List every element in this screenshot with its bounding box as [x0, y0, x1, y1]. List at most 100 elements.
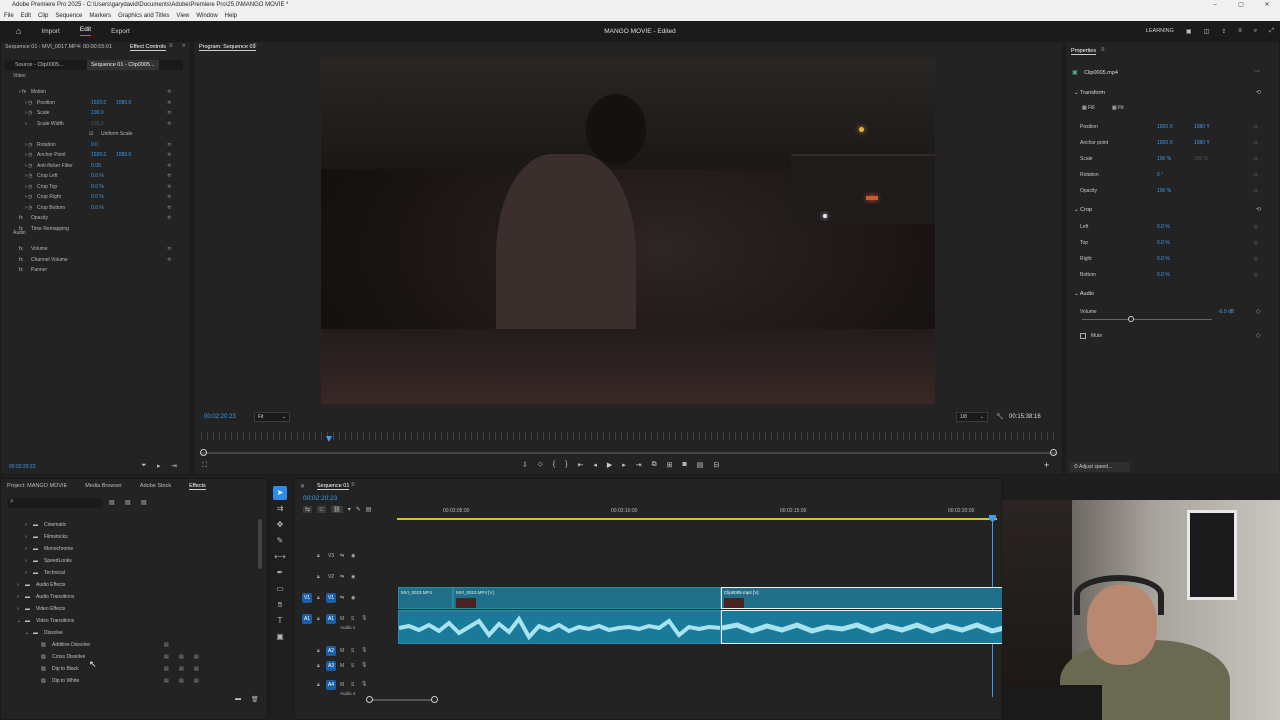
ec-row-uniform-scale[interactable]: ☑ Uniform Scale [1, 129, 181, 140]
ripple-edit-icon[interactable]: ✥ [273, 518, 287, 532]
volume-value[interactable]: -6.9 dB [1218, 309, 1234, 315]
crop-row-left[interactable]: Left 0.0 % ◇ [1066, 220, 1266, 234]
timeline-scrollbar[interactable] [368, 699, 436, 701]
effects-item-dip-to-black[interactable]: ▨ Dip to Black ▤ ▤ ▤ [9, 663, 259, 675]
ec-row-value[interactable]: 1920.0 [91, 98, 106, 109]
workspace-icon[interactable]: ▣ [1186, 28, 1192, 35]
effects-scrollbar[interactable] [258, 519, 262, 569]
keyframe-icon[interactable]: ◇ [1254, 168, 1258, 182]
ec-row-icon[interactable]: fx [19, 265, 23, 276]
play-audio-icon[interactable]: ▸ [157, 462, 161, 470]
effects-search-input[interactable]: ⌕ [7, 498, 103, 508]
keyframe-icon[interactable]: ◇ [1254, 136, 1258, 150]
search-icon[interactable]: ⌕ [1254, 28, 1257, 35]
clip-audio[interactable] [398, 610, 721, 644]
solo-icon[interactable]: S [351, 648, 354, 654]
go-to-out-icon[interactable]: ⇥ [636, 461, 642, 469]
camera-icon[interactable]: ◙ [683, 461, 687, 469]
ec-row-rotation[interactable]: › ◷ Rotation 0.0 ⟲ [1, 140, 181, 151]
prop-value[interactable]: 100 % [1157, 184, 1171, 198]
solo-icon[interactable]: S [351, 616, 354, 622]
reset-icon[interactable]: ⟲ [167, 119, 171, 130]
clip-video-selected[interactable]: Clip0005.mp4 [V] [721, 587, 1003, 609]
volume-slider-track[interactable] [1082, 319, 1212, 320]
program-menu-icon[interactable]: ≡ [253, 43, 257, 49]
safe-margins-icon[interactable]: ⛶ [202, 462, 207, 470]
prop-row-opacity[interactable]: Opacity 100 % ◇ [1066, 184, 1266, 198]
reset-icon[interactable]: ⟲ [167, 192, 171, 203]
track-select-icon[interactable]: ⇉ [273, 502, 287, 516]
effects-item-filmstocks[interactable]: › ▬ Filmstocks [9, 531, 259, 543]
prop-value2[interactable]: 1080 Y [1194, 120, 1210, 134]
expand-icon[interactable]: » [182, 43, 185, 49]
volume-slider-knob[interactable] [1128, 316, 1135, 322]
solo-icon[interactable]: S [351, 682, 354, 688]
ec-row-value[interactable]: 0.0 % [91, 182, 104, 193]
fit-select[interactable]: Fit ⌄ [254, 412, 290, 422]
ec-row-position[interactable]: › ◷ Position 1920.0 1080.0 ⟲ [1, 98, 181, 109]
ec-row-motion[interactable]: › fx Motion ⟲ [1, 87, 181, 98]
prop-value[interactable]: 100 % [1157, 152, 1171, 166]
crop-row-right[interactable]: Right 0.0 % ◇ [1066, 252, 1266, 266]
ec-row-value[interactable]: 1920.0 [91, 150, 106, 161]
ec-row-value[interactable]: 0.0 % [91, 171, 104, 182]
more-icon[interactable]: ⋯ [1254, 68, 1260, 75]
step-forward-icon[interactable]: ▸ [622, 461, 626, 469]
ec-row-icon[interactable]: › ◷ [25, 203, 32, 214]
track-target[interactable]: V3 [326, 551, 336, 561]
close-icon[interactable]: ✕ [300, 483, 305, 490]
ec-row-icon[interactable]: › ◷ [25, 192, 32, 203]
track-target[interactable]: A2 [326, 646, 336, 656]
vr-icon[interactable]: ⊟ [713, 461, 719, 469]
reset-icon[interactable]: ⟲ [167, 98, 171, 109]
scroll-handle-left[interactable] [366, 696, 373, 703]
menu-markers[interactable]: Markers [89, 11, 111, 21]
mute-checkbox[interactable] [1080, 333, 1086, 339]
timeline-timecode[interactable]: 00:02:20:23 [303, 495, 337, 502]
clip-video[interactable]: MVI_0023.MP4 [V] [453, 587, 721, 609]
crop-value[interactable]: 0.0 % [1157, 220, 1170, 234]
ec-row-value[interactable]: 100.0 [91, 119, 104, 130]
source-patch[interactable]: V1 [302, 593, 312, 603]
program-title[interactable]: Program: Sequence 01 [199, 44, 256, 51]
ec-row-icon[interactable]: › [25, 119, 27, 130]
effects-item-monochrome[interactable]: › ▬ Monochrome [9, 543, 259, 555]
lock-icon[interactable]: 🔒︎ [317, 682, 320, 688]
fit-button[interactable]: ▦ Fit [1112, 105, 1124, 111]
ec-row-icon[interactable]: › ◷ [25, 140, 32, 151]
crop-value[interactable]: 0.0 % [1157, 252, 1170, 266]
prop-value2[interactable]: 1080 Y [1194, 136, 1210, 150]
prop-row-position[interactable]: Position 1920 X 1080 Y ◇ [1066, 120, 1266, 134]
reset-icon[interactable]: ⟲ [167, 203, 171, 214]
ec-row-icon[interactable]: fx [19, 255, 23, 266]
ec-row-value[interactable]: 0.0 % [91, 192, 104, 203]
effects-item-video-transitions[interactable]: ⌄ ▬ Video Transitions [9, 615, 259, 627]
minimize-icon[interactable]: – [1202, 0, 1228, 11]
ec-row-icon[interactable]: › ◷ [25, 98, 32, 109]
overwrite-icon[interactable]: ⊞ [667, 461, 673, 469]
zoom-scrollbar[interactable] [201, 452, 1056, 454]
snap-icon[interactable]: ⊂ [317, 506, 327, 513]
prop-row-scale[interactable]: Scale 100 % 100 % ◇ [1066, 152, 1266, 166]
track-target[interactable]: A3 [326, 661, 336, 671]
prop-row-anchor-point[interactable]: Anchor point 1920 X 1080 Y ◇ [1066, 136, 1266, 150]
lock-icon[interactable]: 🔒︎ [317, 648, 320, 654]
hand-tool-icon[interactable]: ✋︎ [273, 598, 287, 612]
menu-graphics[interactable]: Graphics and Titles [118, 11, 169, 21]
eye-icon[interactable]: ◉ [351, 595, 355, 601]
tab-media-browser[interactable]: Media Browser [85, 483, 122, 490]
properties-title[interactable]: Properties [1071, 48, 1097, 55]
sync-lock-icon[interactable]: ⇆ [340, 595, 344, 601]
source-patch[interactable]: A1 [302, 614, 312, 624]
mic-icon[interactable]: 🎙︎ [361, 681, 367, 687]
playhead-line[interactable] [992, 521, 993, 697]
mute-icon[interactable]: M [340, 682, 344, 688]
ec-row-opacity[interactable]: fx Opacity ⟲ [1, 213, 181, 224]
sequence-tab[interactable]: Sequence 01 [317, 483, 350, 490]
keyframe-icon[interactable]: ◇ [1254, 184, 1258, 198]
effects-item-audio-effects[interactable]: › ▬ Audio Effects [9, 579, 259, 591]
track-target[interactable]: V2 [326, 572, 336, 582]
ec-row-panner[interactable]: fx Panner [1, 265, 181, 276]
panel-menu-icon[interactable]: ≡ [169, 43, 173, 49]
reset-icon[interactable]: ⟲ [1256, 206, 1261, 213]
